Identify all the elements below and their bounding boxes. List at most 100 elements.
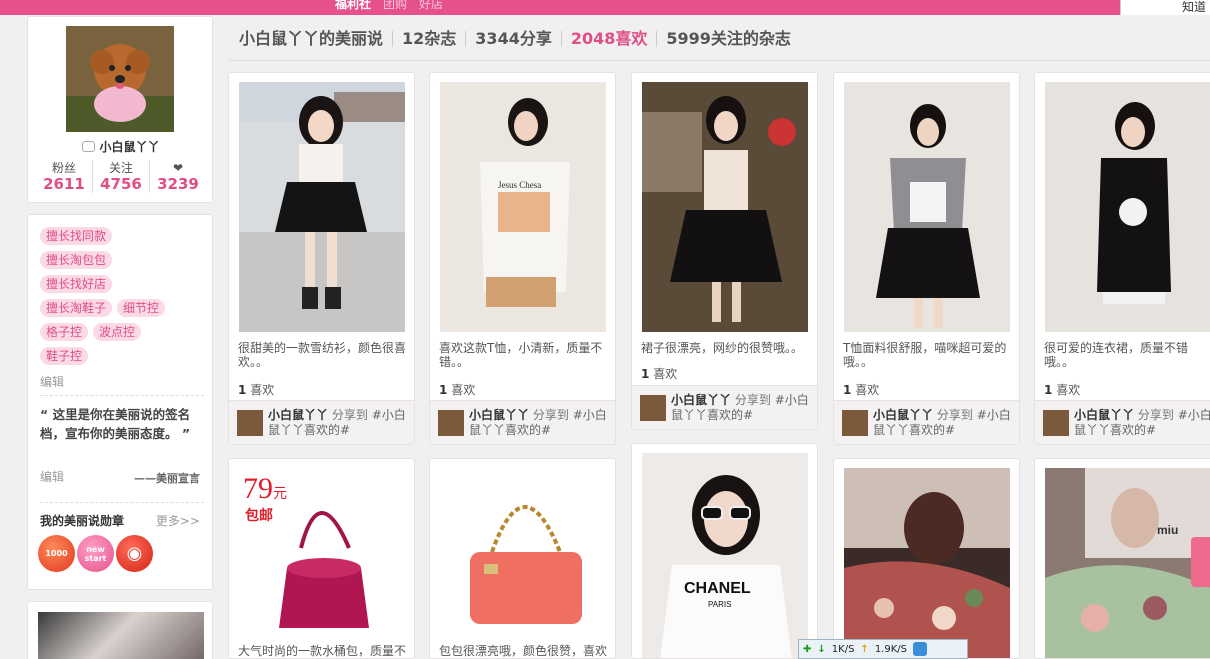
stat-following[interactable]: 关注 4756 (93, 160, 150, 193)
likes-label: 喜欢 (855, 383, 880, 397)
nav-item-welfare[interactable]: 福利社 (335, 0, 371, 12)
svg-text:miu: miu (1157, 523, 1178, 537)
weibo-badge-icon[interactable]: ◉ (116, 535, 153, 572)
tag-item[interactable]: 擅长找同款 (40, 227, 113, 245)
item-likes[interactable]: 1 喜欢 (641, 365, 677, 382)
item-photo[interactable]: miu (1045, 468, 1210, 658)
tag-list: 擅长找同款 擅长淘包包 擅长找好店 擅长淘鞋子 细节控 格子控 波点控 鞋子控 (40, 227, 210, 371)
item-photo[interactable]: CHANEL PARIS (642, 453, 808, 658)
browser-icon[interactable] (913, 642, 927, 656)
avatar[interactable] (66, 26, 174, 132)
share-text: 小白鼠丫丫 分享到 #小白鼠丫丫喜欢的# (469, 408, 611, 438)
item-description: 喜欢这款T恤，小清新，质量不错。。 (439, 341, 603, 369)
sharer-name[interactable]: 小白鼠丫丫 (1074, 408, 1134, 422)
item-likes[interactable]: 1 喜欢 (843, 381, 879, 398)
stat-value: 2611 (43, 175, 85, 193)
item-photo[interactable] (844, 468, 1010, 658)
item-card[interactable]: CHANEL PARIS (631, 443, 818, 659)
likes-number: 1 (641, 367, 650, 381)
item-card[interactable] (833, 458, 1020, 659)
item-photo[interactable] (1045, 82, 1210, 332)
item-card[interactable]: 79元 包邮 大气时尚的一款水桶包，质量不 (228, 458, 415, 659)
stat-value: 4756 (100, 175, 142, 193)
tag-item[interactable]: 擅长找好店 (40, 275, 113, 293)
magazines-count[interactable]: 12杂志 (392, 30, 465, 47)
username-text[interactable]: 小白鼠丫丫 (99, 140, 159, 154)
sharer-name[interactable]: 小白鼠丫丫 (671, 393, 731, 407)
badge-new-start[interactable]: new start (77, 535, 114, 572)
badges-more-link[interactable]: 更多>> (156, 512, 200, 529)
stat-value: 3239 (157, 175, 199, 193)
sharer-name[interactable]: 小白鼠丫丫 (873, 408, 933, 422)
likes-number: 1 (843, 383, 852, 397)
plus-icon[interactable]: ✚ (803, 644, 811, 655)
sharer-avatar[interactable] (438, 410, 464, 436)
item-card[interactable]: miu (1034, 458, 1210, 659)
likes-number: 1 (238, 383, 247, 397)
tag-item[interactable]: 擅长淘鞋子 (40, 299, 113, 317)
item-likes[interactable]: 1 喜欢 (1044, 381, 1080, 398)
likes-label: 喜欢 (451, 383, 476, 397)
tag-item[interactable]: 鞋子控 (40, 347, 89, 365)
nav-item-groupbuy[interactable]: 团购 (383, 0, 407, 12)
item-card[interactable]: 包包很漂亮哦，颜色很赞，喜欢 (429, 458, 616, 659)
share-row: 小白鼠丫丫 分享到 #小白鼠丫丫喜欢的# (1035, 400, 1210, 444)
share-row: 小白鼠丫丫 分享到 #小白鼠丫丫喜欢的# (430, 400, 615, 444)
tag-item[interactable]: 细节控 (117, 299, 166, 317)
item-photo[interactable] (239, 82, 405, 332)
top-nav-bar: 福利社 团购 好店 知道 (0, 0, 1210, 15)
likes-number: 1 (439, 383, 448, 397)
item-card[interactable]: T恤面料很舒服，喵咪超可爱的哦。。 1 喜欢 小白鼠丫丫 分享到 #小白鼠丫丫喜… (833, 72, 1020, 445)
sharer-avatar[interactable] (237, 410, 263, 436)
sidebar-photo[interactable] (38, 612, 204, 659)
item-card[interactable]: Jesus Chesa 喜欢这款T恤，小清新，质量不错。。 1 喜欢 小白鼠丫丫… (429, 72, 616, 445)
sharer-avatar[interactable] (640, 395, 666, 421)
tag-item[interactable]: 擅长淘包包 (40, 251, 113, 269)
item-description: 很可爱的连衣裙，质量不错哦。。 (1044, 341, 1189, 369)
sharer-avatar[interactable] (1043, 410, 1069, 436)
upload-speed: 1.9K/S (874, 643, 907, 655)
stat-likes[interactable]: ❤ 3239 (150, 160, 206, 193)
item-photo[interactable] (844, 82, 1010, 332)
share-action: 分享到 (331, 408, 368, 422)
nav-item-shops[interactable]: 好店 (419, 0, 443, 12)
following-count[interactable]: 5999关注的杂志 (656, 30, 800, 47)
motto-signature: ——美丽宣言 (134, 472, 200, 485)
stat-label: 关注 (108, 161, 133, 175)
item-photo[interactable] (642, 82, 808, 332)
shares-count[interactable]: 3344分享 (465, 30, 561, 47)
edit-tags-link[interactable]: 编辑 (40, 373, 64, 390)
share-text: 小白鼠丫丫 分享到 #小白鼠丫丫喜欢的# (671, 393, 813, 423)
top-nav: 福利社 团购 好店 (335, 0, 443, 12)
edit-motto-link[interactable]: 编辑 (40, 468, 64, 485)
svg-text:CHANEL: CHANEL (684, 580, 751, 597)
item-card[interactable]: 很可爱的连衣裙，质量不错哦。。 1 喜欢 小白鼠丫丫 分享到 #小白鼠丫丫喜欢的… (1034, 72, 1210, 445)
sharer-avatar[interactable] (842, 410, 868, 436)
badge-1000[interactable]: 1000 (38, 535, 75, 572)
likes-count[interactable]: 2048喜欢 (560, 30, 657, 47)
item-likes[interactable]: 1 喜欢 (439, 381, 475, 398)
share-row: 小白鼠丫丫 分享到 #小白鼠丫丫喜欢的# (834, 400, 1019, 444)
network-speed-widget[interactable]: ✚ ↓ 1K/S ↑ 1.9K/S (798, 639, 968, 659)
feedback-side-tab[interactable] (1191, 537, 1210, 587)
item-photo[interactable] (440, 468, 606, 643)
sharer-name[interactable]: 小白鼠丫丫 (268, 408, 328, 422)
sharer-name[interactable]: 小白鼠丫丫 (469, 408, 529, 422)
badges-title: 我的美丽说勋章 (40, 514, 125, 528)
item-card[interactable]: 很甜美的一款雪纺衫，颜色很喜欢。。 1 喜欢 小白鼠丫丫 分享到 #小白鼠丫丫喜… (228, 72, 415, 445)
share-row: 小白鼠丫丫 分享到 #小白鼠丫丫喜欢的# (229, 400, 414, 444)
item-card[interactable]: 裙子很漂亮，网纱的很赞哦。。 1 喜欢 小白鼠丫丫 分享到 #小白鼠丫丫喜欢的# (631, 72, 818, 430)
svg-text:Jesus Chesa: Jesus Chesa (498, 180, 541, 190)
stat-followers[interactable]: 粉丝 2611 (36, 160, 93, 193)
share-text: 小白鼠丫丫 分享到 #小白鼠丫丫喜欢的# (268, 408, 410, 438)
item-description: 大气时尚的一款水桶包，质量不 (238, 644, 407, 658)
username[interactable]: 小白鼠丫丫 (28, 138, 214, 155)
top-search-box[interactable]: 知道 (1120, 0, 1210, 15)
share-action: 分享到 (734, 393, 771, 407)
price-unit: 元 (273, 487, 287, 502)
item-likes[interactable]: 1 喜欢 (238, 381, 274, 398)
tag-item[interactable]: 波点控 (93, 323, 142, 341)
tag-item[interactable]: 格子控 (40, 323, 89, 341)
item-photo[interactable]: Jesus Chesa (440, 82, 606, 332)
page-title: 小白鼠丫丫的美丽说 (239, 28, 384, 48)
